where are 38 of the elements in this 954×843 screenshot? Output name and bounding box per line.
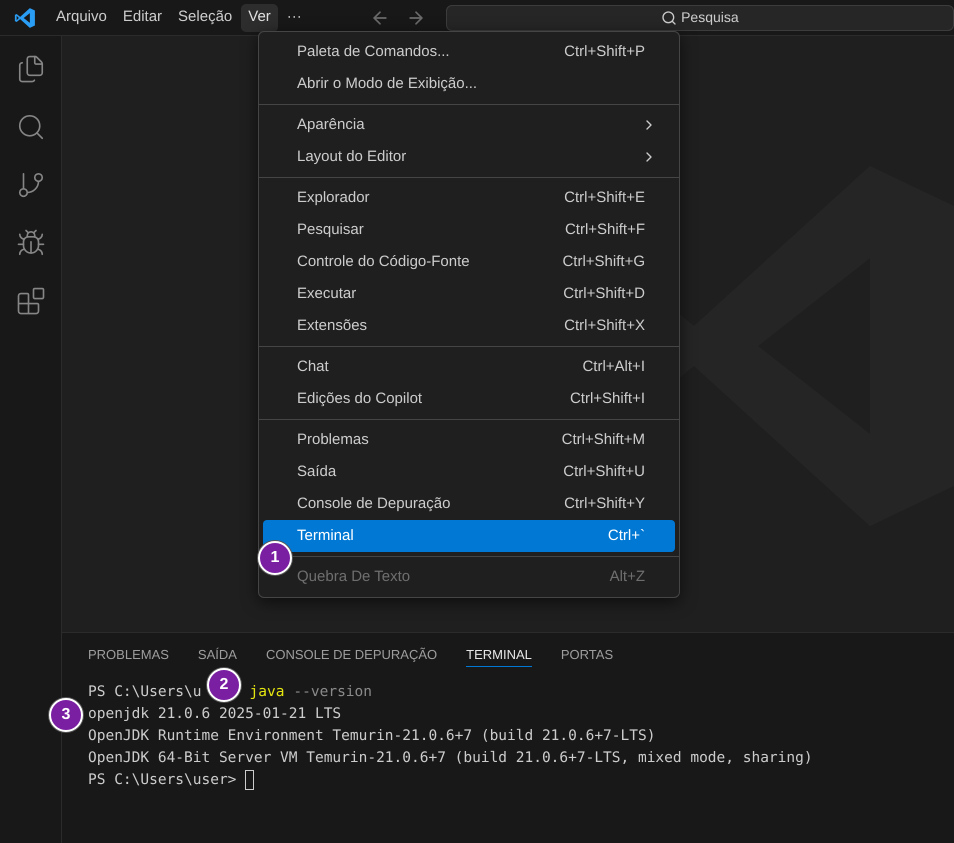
search-placeholder: Pesquisa	[681, 8, 739, 27]
terminal-prompt: PS C:\Users\u	[88, 683, 202, 702]
menu-item[interactable]: Chat Ctrl+Alt+I	[263, 351, 675, 383]
panel-tab[interactable]: PORTAS	[560, 647, 614, 667]
menu-bar-item[interactable]: Editar	[116, 4, 170, 32]
terminal-output: OpenJDK 64-Bit Server VM Temurin-21.0.6+7 (build 21.0.6+7-LTS, mixed mode, sharing)	[88, 749, 813, 768]
menu-item[interactable]: Saída Ctrl+Shift+U	[263, 456, 675, 488]
terminal-args: --version	[293, 683, 372, 702]
search-field[interactable]: Pesquisa	[446, 4, 954, 30]
menu-bar-item[interactable]: ···	[280, 4, 309, 32]
terminal-output: OpenJDK Runtime Environment Temurin-21.0.6+7 (build 21.0.6+7-LTS)	[88, 727, 656, 746]
menu-item[interactable]: Abrir o Modo de Exibição...	[263, 68, 675, 100]
terminal-output: openjdk 21.0.6 2025-01-21 LTS	[88, 705, 342, 724]
menu-item[interactable]: Extensões Ctrl+Shift+X	[263, 310, 675, 342]
panel-tab[interactable]: PROBLEMAS	[88, 647, 169, 667]
menu-item[interactable]: Aparência	[263, 109, 675, 141]
menu-bar-item[interactable]: Seleção	[171, 4, 240, 32]
menu-item[interactable]: Console de Depuração Ctrl+Shift+Y	[263, 488, 675, 520]
menu-bar-item[interactable]: Arquivo	[49, 4, 114, 32]
panel-tab[interactable]: SAÍDA	[198, 647, 237, 667]
menu-item[interactable]: Controle do Código-Fonte Ctrl+Shift+G	[263, 246, 675, 278]
extensions-icon[interactable]	[16, 286, 46, 316]
menu-item[interactable]: Terminal Ctrl+`	[263, 520, 675, 552]
run-debug-icon[interactable]	[16, 228, 46, 258]
menu-item[interactable]: Pesquisar Ctrl+Shift+F	[263, 214, 675, 246]
app-logo-icon	[14, 6, 36, 28]
menu-item[interactable]: Paleta de Comandos... Ctrl+Shift+P	[263, 36, 675, 68]
menu-item[interactable]: Layout do Editor	[263, 141, 675, 173]
panel-tab[interactable]: CONSOLE DE DEPURAÇÃO	[266, 647, 438, 667]
menu-item[interactable]: Explorador Ctrl+Shift+E	[263, 182, 675, 214]
terminal-prompt: PS C:\Users\user>	[88, 771, 236, 790]
panel-tab[interactable]: TERMINAL	[466, 647, 532, 667]
menu-bar-item[interactable]: Ver	[241, 4, 278, 32]
menu-item[interactable]: Executar Ctrl+Shift+D	[263, 278, 675, 310]
terminal-command: java	[250, 683, 284, 702]
menu-item[interactable]: Edições do Copilot Ctrl+Shift+I	[263, 383, 675, 415]
menu-item[interactable]: Problemas Ctrl+Shift+M	[263, 424, 675, 456]
search-icon	[661, 10, 678, 26]
